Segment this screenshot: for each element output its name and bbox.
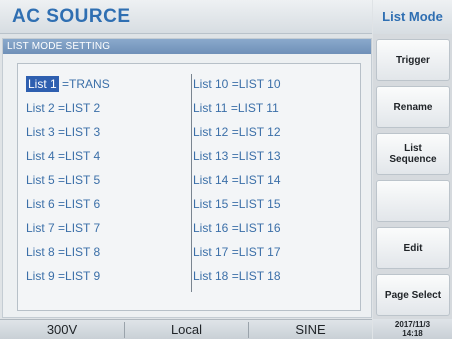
column-divider <box>191 74 192 292</box>
softkey-panel: List Mode Trigger Rename List Sequence E… <box>373 0 452 339</box>
list-label: List 15 <box>193 197 229 211</box>
list-label: List 16 <box>193 221 229 235</box>
list-label: List 4 <box>26 149 55 163</box>
voltage-range-status: 300V <box>46 322 78 337</box>
list-value: =LIST 12 <box>231 125 281 139</box>
status-bar: 300V Local SINE <box>0 319 372 339</box>
list-column-left: List 1 =TRANS List 2 =LIST 2 List 3 =LIS… <box>26 76 110 292</box>
list-value: =LIST 7 <box>58 221 101 235</box>
list-value: =LIST 5 <box>58 173 101 187</box>
list-value: =LIST 13 <box>231 149 281 163</box>
list-value: =LIST 4 <box>58 149 101 163</box>
list-value: =LIST 17 <box>231 245 281 259</box>
list-table: List 1 =TRANS List 2 =LIST 2 List 3 =LIS… <box>17 63 361 311</box>
list-label: List 17 <box>193 245 229 259</box>
list-value: =LIST 10 <box>231 77 281 91</box>
list-label: List 18 <box>193 269 229 283</box>
list-row-12[interactable]: List 12 =LIST 12 <box>193 124 281 148</box>
list-value: =LIST 9 <box>58 269 101 283</box>
list-mode-panel: LIST MODE SETTING List 1 =TRANS List 2 =… <box>2 38 372 318</box>
control-mode-status: Local <box>170 322 203 337</box>
list-row-10[interactable]: List 10 =LIST 10 <box>193 76 281 100</box>
list-row-11[interactable]: List 11 =LIST 11 <box>193 100 281 124</box>
rename-button[interactable]: Rename <box>376 86 450 128</box>
list-row-4[interactable]: List 4 =LIST 4 <box>26 148 110 172</box>
ac-source-screen: AC SOURCE LIST MODE SETTING List 1 =TRAN… <box>0 0 452 339</box>
list-row-6[interactable]: List 6 =LIST 6 <box>26 196 110 220</box>
mode-title: List Mode <box>373 0 452 34</box>
header-bar: AC SOURCE <box>0 0 372 34</box>
list-row-16[interactable]: List 16 =LIST 16 <box>193 220 281 244</box>
list-row-14[interactable]: List 14 =LIST 14 <box>193 172 281 196</box>
list-row-1[interactable]: List 1 =TRANS <box>26 76 110 100</box>
list-label: List 6 <box>26 197 55 211</box>
list-value: =LIST 8 <box>58 245 101 259</box>
list-label: List 11 <box>193 101 228 115</box>
list-column-right: List 10 =LIST 10 List 11 =LIST 11 List 1… <box>193 76 281 292</box>
list-row-15[interactable]: List 15 =LIST 15 <box>193 196 281 220</box>
list-value: =LIST 2 <box>58 101 101 115</box>
list-label: List 10 <box>193 77 229 91</box>
list-label: List 14 <box>193 173 229 187</box>
app-title: AC SOURCE <box>12 6 131 27</box>
list-label: List 5 <box>26 173 55 187</box>
list-row-17[interactable]: List 17 =LIST 17 <box>193 244 281 268</box>
page-select-button[interactable]: Page Select <box>376 274 450 316</box>
list-row-18[interactable]: List 18 =LIST 18 <box>193 268 281 292</box>
list-value: =LIST 3 <box>58 125 101 139</box>
edit-button[interactable]: Edit <box>376 227 450 269</box>
waveform-status: SINE <box>295 322 326 337</box>
list-label: List 7 <box>26 221 55 235</box>
list-row-2[interactable]: List 2 =LIST 2 <box>26 100 110 124</box>
list-value: =LIST 14 <box>231 173 281 187</box>
list-value: =LIST 15 <box>231 197 281 211</box>
panel-title: LIST MODE SETTING <box>3 39 371 54</box>
list-label: List 9 <box>26 269 55 283</box>
list-value: =LIST 11 <box>230 101 279 115</box>
list-row-5[interactable]: List 5 =LIST 5 <box>26 172 110 196</box>
list-label: List 2 <box>26 101 55 115</box>
list-label: List 13 <box>193 149 229 163</box>
list-row-7[interactable]: List 7 =LIST 7 <box>26 220 110 244</box>
list-value: =LIST 6 <box>58 197 101 211</box>
list-label: List 12 <box>193 125 229 139</box>
list-sequence-button[interactable]: List Sequence <box>376 133 450 175</box>
list-label: List 8 <box>26 245 55 259</box>
datetime-display: 2017/11/3 14:18 <box>373 319 452 339</box>
list-value: =LIST 16 <box>231 221 281 235</box>
trigger-button[interactable]: Trigger <box>376 39 450 81</box>
list-value: =LIST 18 <box>231 269 281 283</box>
blank-softkey[interactable] <box>376 180 450 222</box>
list-row-9[interactable]: List 9 =LIST 9 <box>26 268 110 292</box>
list-row-13[interactable]: List 13 =LIST 13 <box>193 148 281 172</box>
list-row-8[interactable]: List 8 =LIST 8 <box>26 244 110 268</box>
list-label: List 1 <box>26 76 59 92</box>
list-row-3[interactable]: List 3 =LIST 3 <box>26 124 110 148</box>
list-label: List 3 <box>26 125 55 139</box>
list-value: =TRANS <box>62 77 110 91</box>
